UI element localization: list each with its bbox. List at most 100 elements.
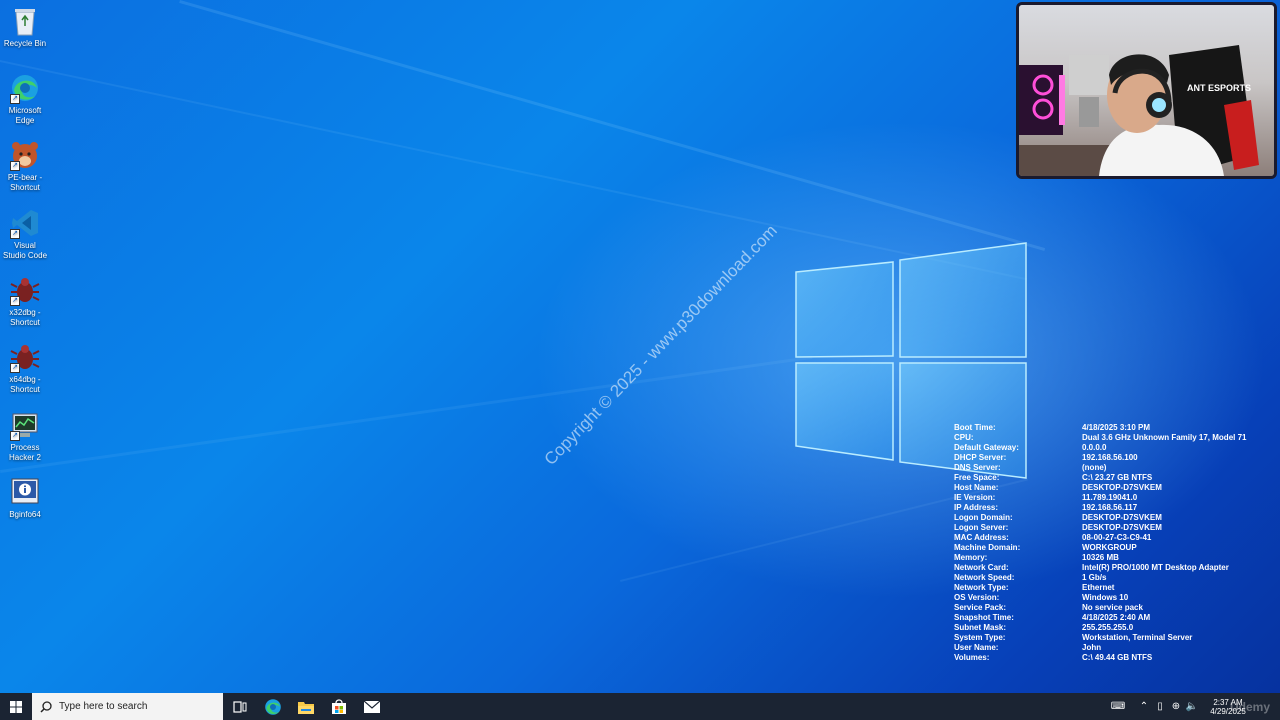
- shortcut-arrow-icon: ↗: [10, 229, 20, 239]
- system-info-row: MAC Address: 08-00-27-C3-C9-41: [954, 533, 1246, 543]
- logo-pane-top-left: [795, 261, 894, 358]
- task-view-button[interactable]: [223, 693, 256, 720]
- microsoft-store-icon: [331, 698, 346, 714]
- keyboard-icon[interactable]: ⌨: [1106, 701, 1130, 712]
- pe-bear-icon: ↗: [8, 139, 42, 171]
- system-info-row: Logon Domain: DESKTOP-D7SVKEM: [954, 513, 1246, 523]
- taskbar-file-explorer-button[interactable]: [289, 693, 322, 720]
- system-info-row: Subnet Mask: 255.255.255.0: [954, 623, 1246, 633]
- system-info-row: Logon Server: DESKTOP-D7SVKEM: [954, 523, 1246, 533]
- system-info-row: Host Name: DESKTOP-D7SVKEM: [954, 483, 1246, 493]
- logo-pane-top-right: [899, 242, 1027, 358]
- system-info-row: Network Type: Ethernet: [954, 583, 1246, 593]
- system-info-row: Network Speed: 1 Gb/s: [954, 573, 1246, 583]
- system-info-value: Ethernet: [1082, 583, 1115, 592]
- system-info-value: 11.789.19041.0: [1082, 493, 1138, 502]
- edge-icon: ↗: [8, 72, 42, 104]
- system-info-row: DNS Server: (none): [954, 463, 1246, 473]
- desktop-icon-recycle-bin[interactable]: Recycle Bin: [2, 5, 48, 49]
- system-info-row: Volumes: C:\ 49.44 GB NTFS: [954, 653, 1246, 663]
- system-info-value: Dual 3.6 GHz Unknown Family 17, Model 71: [1082, 433, 1247, 442]
- shortcut-arrow-icon: ↗: [10, 94, 20, 104]
- webcam-overlay: ANT ESPORTS: [1016, 2, 1277, 179]
- desktop-icon-vscode[interactable]: ↗ Visual Studio Code: [2, 207, 48, 261]
- system-info-key: CPU:: [954, 433, 974, 442]
- desktop-icon-pe-bear[interactable]: ↗ PE-bear - Shortcut: [2, 139, 48, 193]
- taskbar-store-button[interactable]: [322, 693, 355, 720]
- taskbar-search-box[interactable]: Type here to search: [32, 693, 223, 720]
- system-info-panel: Boot Time: 4/18/2025 3:10 PM CPU: Dual 3.6 …: [954, 423, 1246, 663]
- system-info-key: Network Card:: [954, 563, 1009, 572]
- system-info-value: (none): [1082, 463, 1107, 472]
- system-info-row: Free Space: C:\ 23.27 GB NTFS: [954, 473, 1246, 483]
- system-info-row: User Name: John: [954, 643, 1246, 653]
- system-info-value: 255.255.255.0: [1082, 623, 1134, 632]
- system-info-key: DNS Server:: [954, 463, 1001, 472]
- show-hidden-icons-chevron-icon[interactable]: ⌃: [1136, 701, 1152, 712]
- system-info-value: C:\ 23.27 GB NTFS: [1082, 473, 1153, 482]
- system-info-value: DESKTOP-D7SVKEM: [1082, 513, 1162, 522]
- headset-brand-text: ANT ESPORTS: [1187, 83, 1251, 93]
- desktop-icon-x64dbg[interactable]: ↗ x64dbg - Shortcut: [2, 341, 48, 395]
- system-info-value: John: [1082, 643, 1102, 652]
- system-info-key: OS Version:: [954, 593, 1000, 602]
- desktop-icon-label: Recycle Bin: [3, 39, 47, 48]
- system-info-row: OS Version: Windows 10: [954, 593, 1246, 603]
- mail-icon: [363, 700, 380, 713]
- x64dbg-icon: ↗: [8, 341, 42, 373]
- search-placeholder: Type here to search: [59, 701, 148, 712]
- system-info-value: 4/18/2025 3:10 PM: [1082, 423, 1151, 432]
- system-info-key: Snapshot Time:: [954, 613, 1014, 622]
- system-info-value: Workstation, Terminal Server: [1082, 633, 1193, 642]
- system-info-row: Machine Domain: WORKGROUP: [954, 543, 1246, 553]
- system-info-row: DHCP Server: 192.168.56.100: [954, 453, 1246, 463]
- desktop-icon-microsoft-edge[interactable]: ↗ Microsoft Edge: [2, 72, 48, 126]
- system-info-key: Logon Server:: [954, 523, 1009, 532]
- system-info-key: Host Name:: [954, 483, 999, 492]
- shortcut-arrow-icon: ↗: [10, 431, 20, 441]
- system-info-key: IE Version:: [954, 493, 996, 502]
- system-info-row: Memory: 10326 MB: [954, 553, 1246, 563]
- desktop-icon-x32dbg[interactable]: ↗ x32dbg - Shortcut: [2, 274, 48, 328]
- system-info-key: Machine Domain:: [954, 543, 1021, 552]
- system-info-key: User Name:: [954, 643, 999, 652]
- system-info-key: Free Space:: [954, 473, 1000, 482]
- system-info-value: 08-00-27-C3-C9-41: [1082, 533, 1152, 542]
- process-hacker-icon: ↗: [8, 409, 42, 441]
- start-button[interactable]: [0, 693, 32, 720]
- system-info-row: IP Address: 192.168.56.117: [954, 503, 1246, 513]
- desktop-icon-label: Visual Studio Code: [2, 241, 48, 260]
- system-info-row: System Type: Workstation, Terminal Server: [954, 633, 1246, 643]
- desktop-icon-process-hacker[interactable]: ↗ Process Hacker 2: [2, 409, 48, 463]
- system-info-value: DESKTOP-D7SVKEM: [1082, 483, 1162, 492]
- system-info-key: System Type:: [954, 633, 1006, 642]
- edge-icon: [264, 698, 281, 715]
- volume-icon[interactable]: 🔈: [1184, 701, 1200, 712]
- device-icon[interactable]: ▯: [1152, 701, 1168, 712]
- shortcut-arrow-icon: ↗: [10, 161, 20, 171]
- system-info-value: No service pack: [1082, 603, 1143, 612]
- taskbar-edge-button[interactable]: [256, 693, 289, 720]
- desktop-icon-label: Process Hacker 2: [8, 443, 41, 462]
- network-icon[interactable]: ⊕: [1168, 701, 1184, 712]
- task-view-icon: [232, 700, 246, 713]
- desktop-icon-bginfo[interactable]: Bginfo64: [2, 476, 48, 520]
- system-info-value: DESKTOP-D7SVKEM: [1082, 523, 1162, 532]
- system-info-key: Default Gateway:: [954, 443, 1019, 452]
- system-info-value: 10326 MB: [1082, 553, 1119, 562]
- taskbar-mail-button[interactable]: [355, 693, 388, 720]
- windows-start-icon: [10, 700, 22, 713]
- vscode-icon: ↗: [8, 207, 42, 239]
- system-info-key: Memory:: [954, 553, 988, 562]
- system-info-key: Logon Domain:: [954, 513, 1013, 522]
- system-info-row: Service Pack: No service pack: [954, 603, 1246, 613]
- system-info-row: Boot Time: 4/18/2025 3:10 PM: [954, 423, 1246, 433]
- desktop-icon-label: Bginfo64: [9, 510, 41, 519]
- desktop-icon-label: x64dbg - Shortcut: [9, 375, 41, 394]
- udemy-watermark: Udemy: [1229, 700, 1270, 714]
- desktop: Recycle Bin ↗ Microsoft Edge ↗ PE-bear -…: [0, 0, 1280, 693]
- shortcut-arrow-icon: ↗: [10, 296, 20, 306]
- logo-pane-bottom-left: [795, 362, 894, 461]
- system-info-key: Network Speed:: [954, 573, 1015, 582]
- system-info-value: 1 Gb/s: [1082, 573, 1107, 582]
